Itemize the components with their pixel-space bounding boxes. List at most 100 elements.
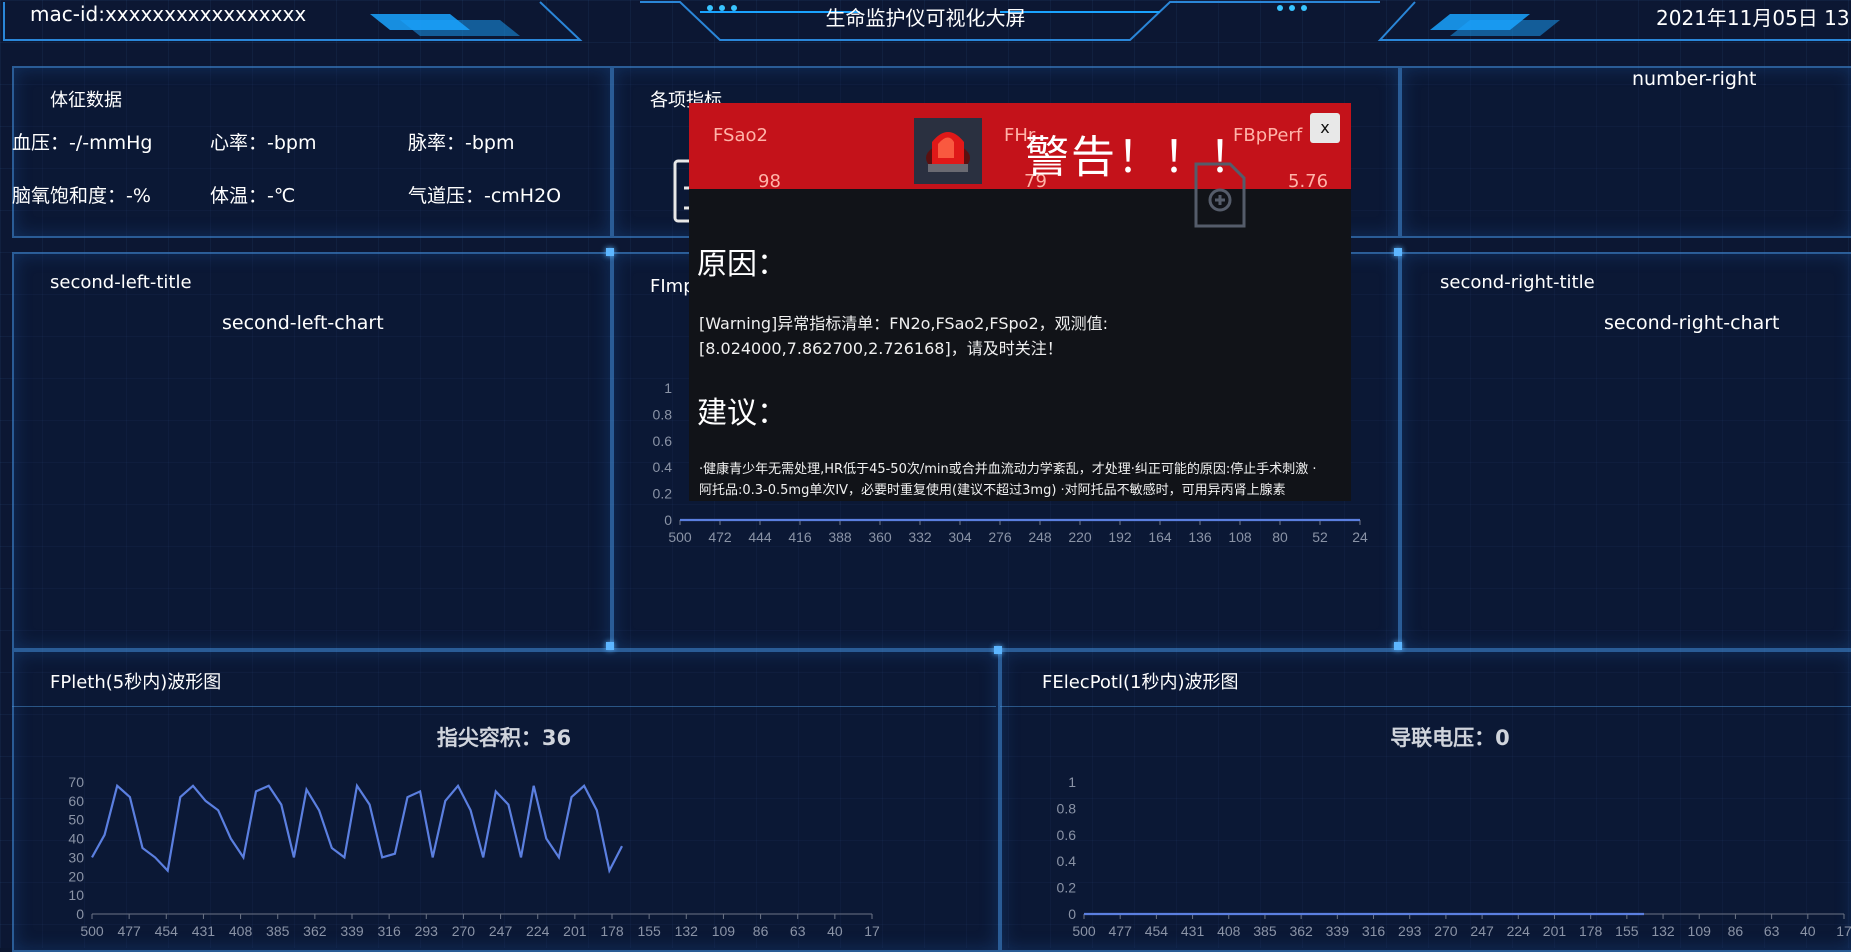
x-tick-label: 293: [1398, 923, 1422, 939]
x-tick-label: 224: [526, 923, 550, 939]
x-tick-label: 385: [1253, 923, 1277, 939]
elecpotl-chart-title: 导联电压：0: [1390, 726, 1510, 750]
medical-report-icon: [1194, 162, 1246, 228]
x-tick-label: 108: [1228, 529, 1252, 545]
cerebral-oxygen-value: 脑氧饱和度：-%: [12, 185, 151, 207]
x-tick-label: 332: [908, 529, 932, 545]
x-tick-label: 40: [827, 923, 843, 939]
indicator-value: 98: [758, 171, 781, 192]
y-tick-label: 40: [68, 831, 84, 847]
x-tick-label: 86: [753, 923, 769, 939]
x-tick-label: 385: [266, 923, 290, 939]
x-tick-label: 247: [1470, 923, 1494, 939]
temperature-value: 体温：-℃: [210, 185, 296, 207]
x-tick-label: 270: [1434, 923, 1458, 939]
x-tick-label: 63: [790, 923, 806, 939]
reason-text: [Warning]异常指标清单：FN2o,FSao2,FSpo2，观测值:[8.…: [699, 314, 1109, 358]
y-tick-label: 0.6: [1057, 827, 1077, 843]
pulse-rate-value: 脉率：-bpm: [408, 132, 515, 154]
pleth-panel-title: FPleth(5秒内)波形图: [50, 672, 222, 693]
panel-corner: [606, 642, 614, 650]
pleth-divider: [12, 706, 996, 707]
y-tick-label: 0.4: [653, 459, 673, 475]
x-tick-label: 201: [1543, 923, 1567, 939]
y-tick-label: 0.2: [1057, 880, 1077, 896]
series-line: [91, 782, 623, 874]
advice-heading: 建议：: [697, 396, 787, 431]
x-tick-label: 164: [1148, 529, 1172, 545]
x-tick-label: 477: [1109, 923, 1133, 939]
panel-corner: [994, 646, 1002, 654]
x-tick-label: 431: [192, 923, 216, 939]
x-tick-label: 24: [1352, 529, 1368, 545]
y-tick-label: 1: [664, 380, 672, 396]
x-tick-label: 192: [1108, 529, 1132, 545]
x-tick-label: 444: [748, 529, 772, 545]
panel-corner: [1394, 642, 1402, 650]
x-tick-label: 248: [1028, 529, 1052, 545]
x-tick-label: 304: [948, 529, 972, 545]
x-tick-label: 63: [1764, 923, 1780, 939]
x-tick-label: 360: [868, 529, 892, 545]
x-tick-label: 80: [1272, 529, 1288, 545]
datetime-label: 2021年11月05日 13: [1656, 6, 1850, 30]
x-tick-label: 500: [80, 923, 104, 939]
second-right-chart: second-right-chart: [1604, 312, 1780, 334]
x-tick-label: 155: [637, 923, 661, 939]
x-tick-label: 17: [864, 923, 880, 939]
x-tick-label: 362: [1289, 923, 1313, 939]
panel-corner: [606, 248, 614, 256]
y-tick-label: 60: [68, 793, 84, 809]
x-tick-label: 500: [668, 529, 692, 545]
panel-corner: [1394, 248, 1402, 256]
x-tick-label: 316: [377, 923, 401, 939]
number-right-panel: [1400, 66, 1851, 238]
x-tick-label: 408: [1217, 923, 1241, 939]
y-tick-label: 0: [1068, 906, 1076, 922]
second-right-title: second-right-title: [1440, 272, 1595, 293]
x-tick-label: 408: [229, 923, 253, 939]
pleth-chart: 0 10 20 30 40 50 60 70 500 477 454 431 408 385 362 339 3…: [68, 774, 880, 939]
x-tick-label: 109: [1688, 923, 1712, 939]
x-tick-label: 247: [489, 923, 513, 939]
second-left-title: second-left-title: [50, 272, 192, 293]
indicator-name: FSao2: [713, 125, 768, 146]
x-tick-label: 339: [340, 923, 364, 939]
close-button[interactable]: x: [1310, 113, 1340, 143]
y-tick-label: 0.8: [1057, 800, 1077, 816]
y-tick-label: 0.2: [653, 486, 673, 502]
vitals-panel-title: 体征数据: [50, 90, 122, 111]
x-tick-label: 201: [563, 923, 587, 939]
x-tick-label: 178: [1579, 923, 1603, 939]
elecpotl-divider: [1000, 706, 1851, 707]
x-tick-label: 17: [1836, 923, 1851, 939]
heart-rate-value: 心率：-bpm: [210, 132, 317, 154]
x-tick-label: 500: [1072, 923, 1096, 939]
x-tick-label: 86: [1728, 923, 1744, 939]
modal-header: FSao2 98 FHr 79 FBpPerf 5.76 警告！！！ x: [689, 103, 1351, 192]
reason-heading: 原因：: [697, 247, 787, 282]
x-tick-label: 454: [155, 923, 179, 939]
x-tick-label: 132: [1651, 923, 1675, 939]
x-tick-label: 276: [988, 529, 1012, 545]
header-bar: mac-id:xxxxxxxxxxxxxxxxx 生命监护仪可视化大屏 2021…: [0, 0, 1851, 62]
y-tick-label: 0.6: [653, 433, 673, 449]
x-tick-label: 388: [828, 529, 852, 545]
y-tick-label: 0.8: [653, 406, 673, 422]
y-tick-label: 0: [664, 512, 672, 528]
x-tick-label: 472: [708, 529, 732, 545]
advice-text: ·健康青少年无需处理,HR低于45-50次/min或合并血流动力学紊乱，才处理·…: [699, 462, 1317, 498]
number-right-label: number-right: [1632, 68, 1757, 90]
second-left-chart: second-left-chart: [222, 312, 384, 334]
x-tick-label: 220: [1068, 529, 1092, 545]
x-tick-label: 52: [1312, 529, 1328, 545]
x-tick-label: 362: [303, 923, 327, 939]
y-tick-label: 0: [76, 906, 84, 922]
blood-pressure-value: 血压：-/-mmHg: [12, 132, 153, 154]
y-tick-label: 70: [68, 774, 84, 790]
x-tick-label: 454: [1145, 923, 1169, 939]
x-tick-label: 224: [1507, 923, 1531, 939]
page-title: 生命监护仪可视化大屏: [825, 6, 1026, 30]
indicator-value: 5.76: [1288, 171, 1329, 192]
x-tick-label: 416: [788, 529, 812, 545]
